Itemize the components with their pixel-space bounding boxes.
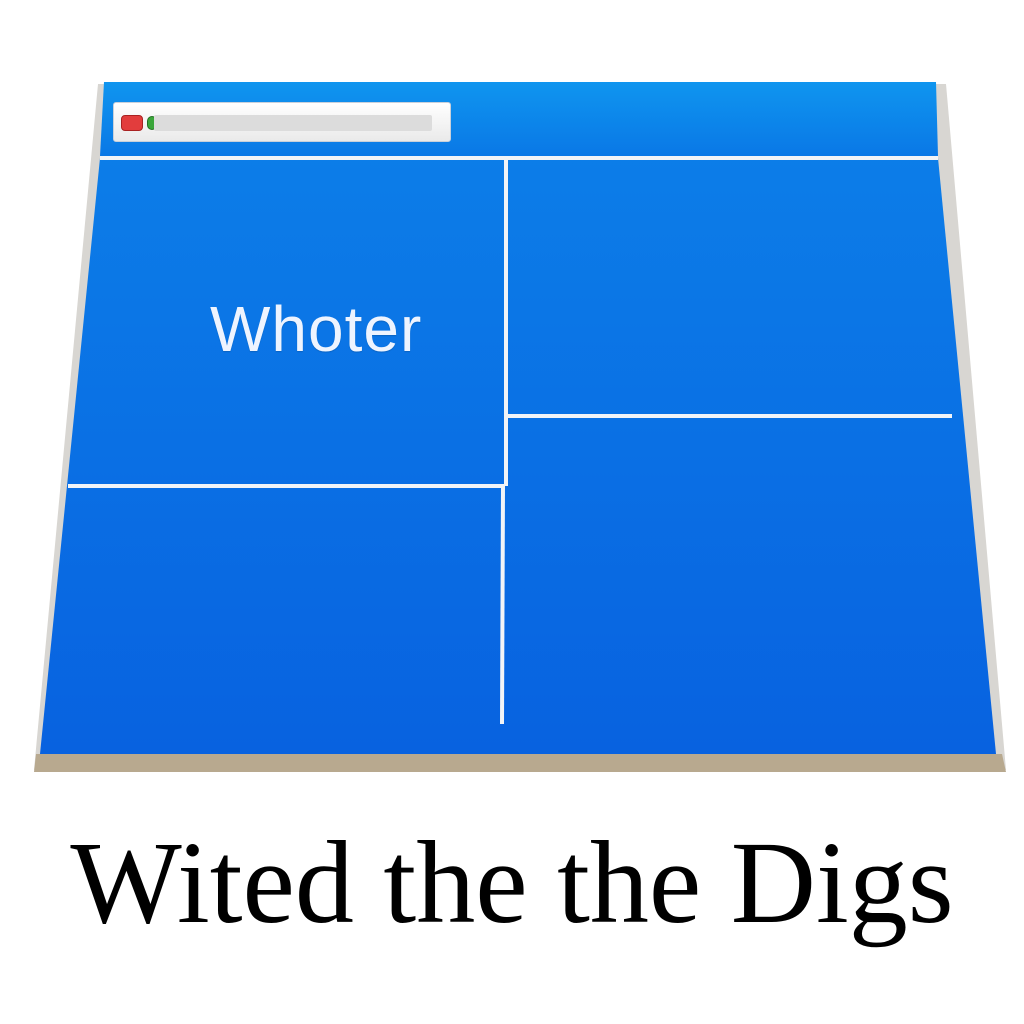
- divider-vertical-lower: [500, 485, 505, 725]
- address-bar[interactable]: [113, 102, 451, 142]
- panel-title: Whoter: [210, 293, 423, 365]
- caption-text: Wited the the Digs: [70, 817, 954, 948]
- illustration: Whoter Wited the the Digs: [0, 0, 1024, 1024]
- window-content: [40, 158, 996, 754]
- window-bottom-edge: [34, 754, 1006, 772]
- close-button-icon[interactable]: [121, 115, 143, 131]
- address-input[interactable]: [154, 115, 432, 131]
